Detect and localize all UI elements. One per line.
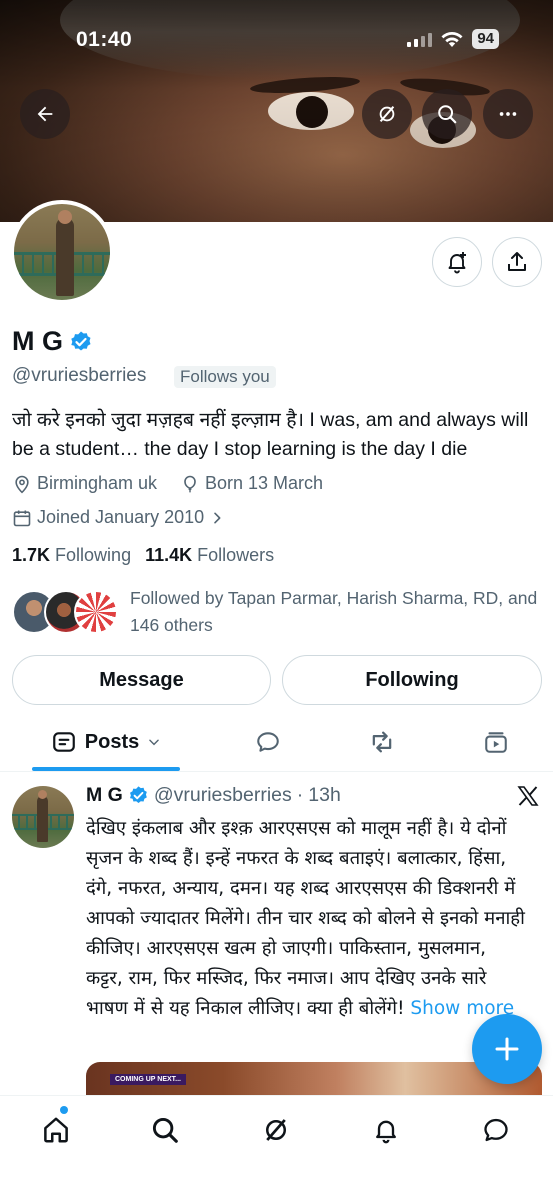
back-button[interactable]	[20, 89, 70, 139]
following-button[interactable]: Following	[282, 655, 542, 705]
status-time: 01:40	[76, 28, 133, 51]
bell-icon	[376, 1120, 396, 1144]
notify-button[interactable]	[432, 237, 482, 287]
posts-icon	[52, 732, 75, 752]
calendar-icon	[13, 510, 31, 526]
reply-icon	[257, 732, 279, 752]
followed-by-text[interactable]: Followed by Tapan Parmar, Harish Sharma,…	[130, 585, 540, 639]
signal-icon	[407, 31, 433, 47]
search-icon	[152, 1117, 178, 1143]
battery-indicator: 94	[472, 29, 499, 49]
compose-button[interactable]	[472, 1014, 542, 1084]
post-separator: ·	[296, 784, 304, 806]
tab-replies[interactable]	[248, 712, 288, 772]
profile-tabs: Posts	[0, 712, 553, 772]
x-logo-icon[interactable]	[516, 784, 540, 808]
verified-badge-icon	[71, 331, 91, 350]
tab-posts-label: Posts	[84, 730, 140, 753]
repost-icon	[372, 731, 392, 753]
profile-location: Birmingham uk	[12, 473, 157, 494]
follow-counts: 1.7K Following 11.4K Followers	[12, 545, 274, 566]
tab-active-indicator	[32, 767, 180, 771]
followers-count-link[interactable]: 11.4K Followers	[145, 545, 274, 566]
tab-media[interactable]	[476, 712, 516, 772]
grok-icon	[266, 1119, 286, 1141]
followed-by-avatars[interactable]	[12, 590, 120, 638]
home-icon	[44, 1117, 68, 1143]
tab-posts[interactable]: Posts	[32, 712, 180, 772]
profile-avatar[interactable]	[10, 200, 114, 304]
verified-badge-icon	[129, 786, 147, 803]
birthday-text: Born 13 March	[205, 473, 324, 493]
search-button[interactable]	[422, 89, 472, 139]
following-count: 1.7K	[12, 545, 51, 565]
home-notification-dot	[60, 1106, 68, 1114]
wifi-icon	[441, 32, 463, 47]
balloon-icon	[184, 475, 196, 492]
location-text: Birmingham uk	[37, 473, 158, 493]
media-icon	[485, 732, 507, 753]
bell-plus-icon	[448, 252, 466, 274]
grok-icon	[379, 106, 395, 122]
more-horizontal-icon	[499, 112, 517, 116]
post-text: देखिए इंकलाब और इश्क़ आरएसएस को मालूम नह…	[86, 818, 525, 1019]
chevron-down-icon	[149, 739, 160, 746]
following-count-label: Following	[55, 545, 132, 565]
profile-bio: जो करे इनको जुदा मज़हब नहीं इल्ज़ाम है। …	[12, 409, 529, 460]
status-indicators: 94	[407, 29, 499, 49]
profile-name-text: M G	[12, 326, 63, 356]
search-icon	[438, 105, 457, 124]
message-button[interactable]: Message	[12, 655, 271, 705]
profile-name: M G	[12, 326, 93, 357]
joined-text: Joined January 2010	[37, 507, 205, 527]
nav-messages[interactable]	[476, 1110, 516, 1150]
post-author-handle: @vruriesberries	[153, 784, 292, 806]
avatar-head	[58, 210, 72, 224]
post-body[interactable]: देखिए इंकलाब और इश्क़ आरएसएस को मालूम नह…	[86, 814, 526, 1024]
followers-count-label: Followers	[197, 545, 275, 565]
nav-notifications[interactable]	[366, 1110, 406, 1150]
share-icon	[508, 252, 526, 271]
chat-icon	[484, 1118, 508, 1142]
post-time: 13h	[308, 784, 341, 806]
bottom-nav	[0, 1095, 553, 1200]
chevron-right-icon	[214, 512, 221, 523]
tab-reposts[interactable]	[362, 712, 402, 772]
plus-icon	[495, 1037, 519, 1061]
profile-handle: @vruriesberries	[12, 365, 147, 386]
nav-home[interactable]	[36, 1110, 76, 1150]
more-button[interactable]	[483, 89, 533, 139]
grok-button[interactable]	[362, 89, 412, 139]
location-pin-icon	[15, 475, 29, 493]
profile-joined[interactable]: Joined January 2010	[12, 507, 225, 528]
nav-grok[interactable]	[256, 1110, 296, 1150]
share-button[interactable]	[492, 237, 542, 287]
profile-birthday: Born 13 March	[180, 473, 323, 494]
follows-you-badge: Follows you	[174, 366, 276, 388]
following-count-link[interactable]: 1.7K Following	[12, 545, 131, 566]
media-badge: COMING UP NEXT...	[110, 1074, 186, 1085]
avatar-person	[56, 218, 74, 296]
nav-search[interactable]	[145, 1110, 185, 1150]
followers-count: 11.4K	[145, 545, 193, 565]
follower-avatar	[74, 590, 118, 634]
post-header: M G @vruriesberries · 13h	[86, 784, 341, 807]
arrow-left-icon	[37, 106, 53, 122]
post-avatar[interactable]	[12, 786, 74, 848]
post-author-name[interactable]: M G	[86, 784, 123, 807]
